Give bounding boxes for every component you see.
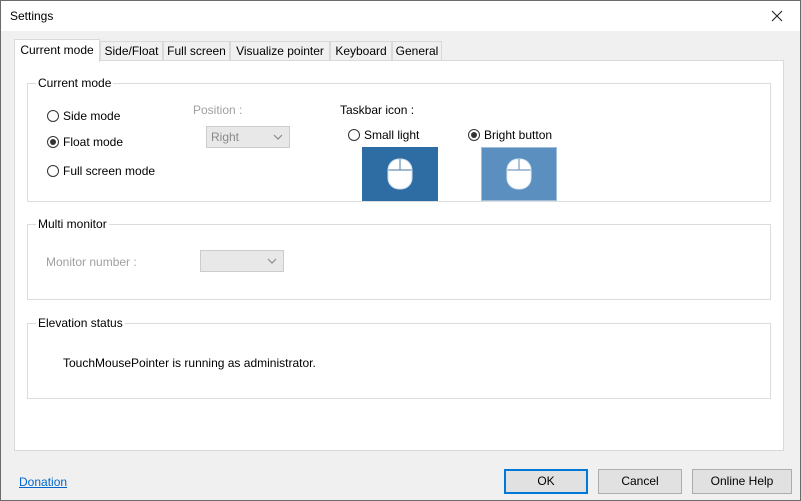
chevron-down-icon — [273, 127, 283, 153]
radio-indicator — [348, 129, 360, 141]
float-mode-label: Float mode — [63, 135, 124, 149]
multi-monitor-legend: Multi monitor — [36, 217, 109, 231]
close-button[interactable] — [754, 1, 800, 31]
tab-panel: Current mode Side mode Float mode Full s… — [14, 60, 784, 451]
multi-monitor-group: Multi monitor Monitor number : — [27, 217, 771, 300]
small-light-preview[interactable] — [362, 147, 438, 201]
elevation-status-text: TouchMousePointer is running as administ… — [63, 356, 316, 370]
monitor-number-dropdown[interactable] — [200, 250, 284, 272]
online-help-button[interactable]: Online Help — [692, 469, 792, 494]
position-dropdown[interactable]: Right — [206, 126, 290, 148]
position-value: Right — [211, 130, 240, 144]
chevron-down-icon — [267, 251, 277, 277]
radio-indicator — [47, 110, 59, 122]
small-light-radio[interactable]: Small light — [348, 128, 419, 142]
tab-current-mode[interactable]: Current mode — [14, 39, 100, 62]
radio-indicator — [468, 129, 480, 141]
full-screen-mode-radio[interactable]: Full screen mode — [47, 164, 155, 178]
radio-indicator — [47, 165, 59, 177]
ok-button[interactable]: OK — [504, 469, 588, 494]
position-label: Position : — [193, 103, 243, 117]
close-icon — [771, 10, 783, 22]
bright-button-label: Bright button — [484, 128, 553, 142]
tab-visualize-pointer[interactable]: Visualize pointer — [230, 41, 330, 60]
small-light-label: Small light — [364, 128, 420, 142]
taskbar-icon-label: Taskbar icon : — [340, 103, 415, 117]
current-mode-legend: Current mode — [36, 76, 114, 90]
float-mode-radio[interactable]: Float mode — [47, 135, 123, 149]
current-mode-group: Current mode Side mode Float mode Full s… — [27, 76, 771, 202]
tab-general[interactable]: General — [392, 41, 442, 60]
bright-button-radio[interactable]: Bright button — [468, 128, 552, 142]
tab-full-screen[interactable]: Full screen — [163, 41, 230, 60]
window-title: Settings — [10, 9, 54, 23]
donation-link[interactable]: Donation — [19, 475, 67, 489]
side-mode-label: Side mode — [63, 109, 121, 123]
tab-side-float[interactable]: Side/Float — [100, 41, 163, 60]
title-bar: Settings — [1, 1, 800, 31]
mouse-icon — [387, 158, 413, 190]
elevation-status-group: Elevation status TouchMousePointer is ru… — [27, 316, 771, 399]
mouse-icon — [506, 158, 532, 190]
side-mode-radio[interactable]: Side mode — [47, 109, 120, 123]
monitor-number-label: Monitor number : — [46, 255, 137, 269]
elevation-status-legend: Elevation status — [36, 316, 125, 330]
bright-button-preview[interactable] — [481, 147, 557, 201]
tab-keyboard[interactable]: Keyboard — [330, 41, 392, 60]
cancel-button[interactable]: Cancel — [598, 469, 682, 494]
radio-indicator — [47, 136, 59, 148]
settings-window: Settings Current mode Side/Float Full sc… — [0, 0, 801, 501]
full-screen-mode-label: Full screen mode — [63, 164, 156, 178]
